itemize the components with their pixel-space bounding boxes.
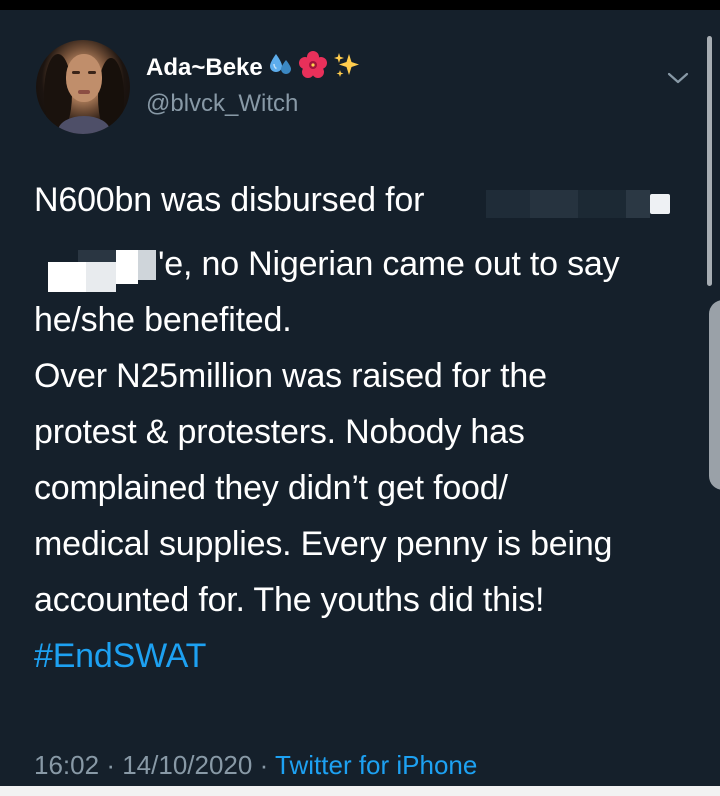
tweet-date: 14/10/2020 bbox=[122, 750, 253, 780]
separator: · bbox=[259, 750, 269, 780]
tweet-text-line: N600bn was disbursed for bbox=[34, 181, 425, 219]
avatar[interactable] bbox=[36, 40, 130, 134]
avatar-face bbox=[66, 54, 102, 102]
tweet-metadata: 16:02 · 14/10/2020 · Twitter for iPhone bbox=[34, 750, 477, 781]
tweet-text-line: complained they didn’t get food/ bbox=[34, 469, 508, 507]
avatar-eye-left bbox=[72, 71, 80, 74]
avatar-eye-right bbox=[88, 71, 96, 74]
avatar-lips bbox=[78, 90, 90, 94]
edge-panel-handle[interactable] bbox=[709, 300, 720, 490]
sparkles-icon bbox=[333, 51, 361, 86]
tweet-text-line: medical supplies. Every penny is being bbox=[34, 525, 613, 563]
bottom-strip bbox=[0, 786, 720, 796]
separator: · bbox=[106, 750, 115, 780]
tweet-source-link[interactable]: Twitter for iPhone bbox=[275, 750, 477, 780]
hashtag-link[interactable]: #EndSWAT bbox=[34, 636, 206, 676]
tweet-text-line: accounted for. The youths did this! bbox=[34, 581, 545, 619]
redaction-block bbox=[48, 244, 156, 294]
user-handle[interactable]: @blvck_Witch bbox=[146, 90, 298, 118]
hibiscus-icon bbox=[298, 50, 327, 86]
display-name[interactable]: Ada~Beke bbox=[146, 50, 361, 86]
tweet-time: 16:02 bbox=[34, 750, 100, 780]
tweet-text-line: Over N25million was raised for the bbox=[34, 357, 547, 395]
tweet-text-line: 'e, no Nigerian came out to say bbox=[158, 245, 620, 283]
status-bar-strip bbox=[0, 0, 720, 10]
droplets-icon bbox=[269, 52, 293, 85]
chevron-down-icon[interactable] bbox=[663, 66, 693, 90]
display-name-text: Ada~Beke bbox=[146, 54, 263, 81]
tweet-text-line: he/she benefited. bbox=[34, 301, 292, 339]
tweet-card: Ada~Beke @blvck_Witch N600bn was disburs… bbox=[0, 10, 720, 786]
redaction-block bbox=[486, 186, 670, 222]
scrollbar[interactable] bbox=[707, 36, 712, 286]
tweet-text-line: protest & protesters. Nobody has bbox=[34, 413, 525, 451]
